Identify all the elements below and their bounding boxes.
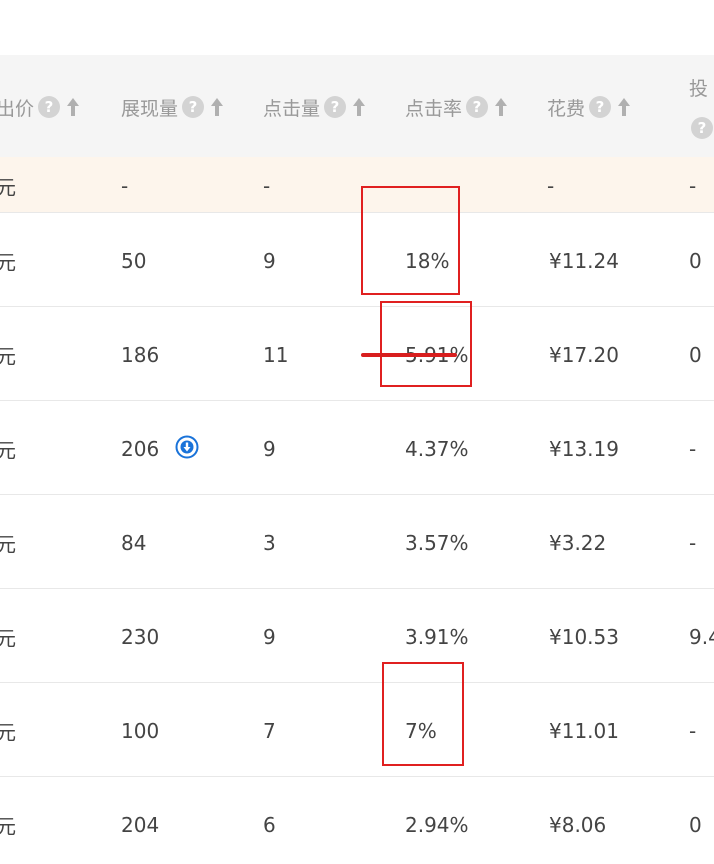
column-header-cost[interactable]: 花费 ?: [547, 92, 633, 122]
table-row[interactable]: 元 84 3 3.57% ¥3.22 -: [0, 495, 714, 589]
cell-cost: ¥11.24: [549, 249, 619, 273]
cell-roi: 0: [689, 813, 702, 837]
cell-clicks: 3: [263, 531, 276, 555]
highlight-box: [382, 662, 464, 766]
table-row[interactable]: 元 100 7 7% ¥11.01 -: [0, 683, 714, 777]
summary-row: 元 - - - - -: [0, 157, 714, 213]
arrow-up-icon[interactable]: [64, 95, 82, 119]
strikethrough-mark: [361, 353, 457, 357]
question-circle-icon[interactable]: ?: [589, 96, 612, 118]
cell-bid: 元: [0, 250, 16, 275]
table-row[interactable]: 元 204 6 2.94% ¥8.06 0: [0, 777, 714, 864]
cell-roi: -: [689, 174, 697, 198]
cell-roi: 0: [689, 249, 702, 273]
cell-clicks: 7: [263, 719, 276, 743]
cell-clicks: 9: [263, 437, 276, 461]
arrow-up-icon[interactable]: [615, 95, 633, 119]
cell-clicks: 9: [263, 625, 276, 649]
cell-cost: ¥3.22: [549, 531, 607, 555]
cell-bid: 元: [0, 532, 16, 557]
column-header-impressions[interactable]: 展现量 ?: [121, 92, 226, 122]
question-circle-icon[interactable]: ?: [182, 96, 205, 118]
table-row[interactable]: 元 50 9 18% ¥11.24 0: [0, 213, 714, 307]
cell-ctr: 2.94%: [405, 813, 469, 837]
table-row[interactable]: 元 206 9 4.37% ¥13.19 -: [0, 401, 714, 495]
cell-bid: 元: [0, 344, 16, 369]
cell-bid: 元: [0, 175, 16, 200]
cell-impressions: 50: [121, 249, 147, 273]
column-header-bid[interactable]: 出价 ?: [0, 92, 82, 122]
column-header-label: 花费: [547, 97, 586, 120]
table-row[interactable]: 元 186 11 5.91% ¥17.20 0: [0, 307, 714, 401]
cell-clicks: 11: [263, 343, 289, 367]
cell-impressions: 84: [121, 531, 147, 555]
column-header-label: 出价: [0, 97, 35, 120]
table-row[interactable]: 元 230 9 3.91% ¥10.53 9.4: [0, 589, 714, 683]
cell-roi: -: [689, 719, 697, 743]
cell-cost: ¥8.06: [549, 813, 607, 837]
arrow-up-icon[interactable]: [492, 95, 510, 119]
cell-roi: 0: [689, 343, 702, 367]
cell-impressions: 206: [121, 437, 160, 461]
question-circle-icon[interactable]: ?: [466, 96, 489, 118]
cell-ctr: 3.57%: [405, 531, 469, 555]
cell-roi: -: [689, 437, 697, 461]
column-header-label: 投: [689, 77, 709, 100]
cell-clicks: -: [263, 174, 271, 198]
question-circle-icon[interactable]: ?: [324, 96, 347, 118]
cell-impressions: 100: [121, 719, 160, 743]
cell-cost: ¥11.01: [549, 719, 619, 743]
download-circle-icon[interactable]: [175, 435, 199, 459]
cell-bid: 元: [0, 814, 16, 839]
cell-clicks: 6: [263, 813, 276, 837]
column-header-clicks[interactable]: 点击量 ?: [263, 92, 368, 122]
column-header-label: 点击率: [405, 97, 463, 120]
cell-cost: ¥10.53: [549, 625, 619, 649]
question-circle-icon[interactable]: ?: [691, 117, 713, 139]
cell-ctr: 3.91%: [405, 625, 469, 649]
column-header-roi[interactable]: 投: [689, 72, 708, 102]
column-header-label: 展现量: [121, 97, 179, 120]
highlight-box: [361, 186, 460, 295]
cell-roi: -: [689, 531, 697, 555]
question-circle-icon[interactable]: ?: [38, 96, 61, 118]
cell-cost: ¥17.20: [549, 343, 619, 367]
cell-impressions: 186: [121, 343, 160, 367]
cell-clicks: 9: [263, 249, 276, 273]
cell-bid: 元: [0, 438, 16, 463]
cell-bid: 元: [0, 720, 16, 745]
cell-impressions: 204: [121, 813, 160, 837]
cell-ctr: 4.37%: [405, 437, 469, 461]
cell-impressions: -: [121, 174, 129, 198]
cell-cost: ¥13.19: [549, 437, 619, 461]
cell-impressions: 230: [121, 625, 160, 649]
cell-roi: 9.4: [689, 625, 714, 649]
arrow-up-icon[interactable]: [350, 95, 368, 119]
cell-bid: 元: [0, 626, 16, 651]
highlight-box: [380, 301, 472, 387]
cell-cost: -: [547, 174, 555, 198]
top-blank-bar: [0, 0, 714, 56]
arrow-up-icon[interactable]: [208, 95, 226, 119]
column-header-label: 点击量: [263, 97, 321, 120]
column-header-ctr[interactable]: 点击率 ?: [405, 92, 510, 122]
